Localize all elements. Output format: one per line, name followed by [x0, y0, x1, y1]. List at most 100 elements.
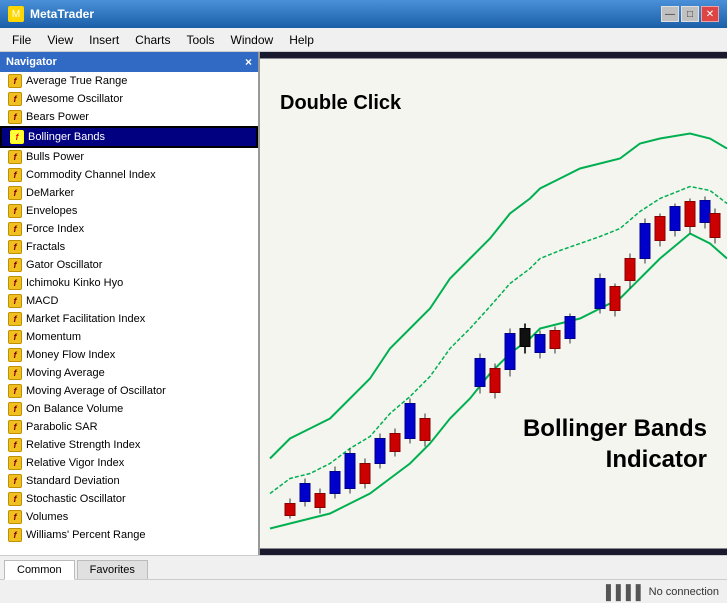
nav-item[interactable]: Force Index [0, 220, 258, 238]
nav-item[interactable]: Stochastic Oscillator [0, 490, 258, 508]
nav-item[interactable]: Average True Range [0, 72, 258, 90]
nav-item[interactable]: Bollinger Bands [0, 126, 258, 148]
nav-item-icon [8, 402, 22, 416]
nav-item-icon [8, 168, 22, 182]
bars-icon: ▐▐▐▐ [601, 584, 641, 600]
nav-item[interactable]: Fractals [0, 238, 258, 256]
nav-item-icon [8, 258, 22, 272]
nav-item-label: Volumes [26, 511, 68, 523]
navigator-panel: Navigator × Average True Range Awesome Os… [0, 52, 260, 555]
nav-item-label: Standard Deviation [26, 475, 120, 487]
nav-item-label: Awesome Oscillator [26, 93, 123, 105]
tab-common[interactable]: Common [4, 560, 75, 580]
nav-item[interactable]: Moving Average of Oscillator [0, 382, 258, 400]
window-title: MetaTrader [30, 7, 94, 21]
nav-item[interactable]: Commodity Channel Index [0, 166, 258, 184]
nav-item-label: Ichimoku Kinko Hyo [26, 277, 123, 289]
nav-item-label: Bears Power [26, 111, 89, 123]
menu-charts[interactable]: Charts [127, 30, 178, 50]
nav-item[interactable]: Volumes [0, 508, 258, 526]
nav-item-icon [8, 294, 22, 308]
nav-item-label: Envelopes [26, 205, 77, 217]
nav-item[interactable]: DeMarker [0, 184, 258, 202]
tab-favorites[interactable]: Favorites [77, 560, 148, 579]
menu-window[interactable]: Window [223, 30, 282, 50]
nav-item-label: Williams' Percent Range [26, 529, 145, 541]
status-bar: ▐▐▐▐ No connection [0, 579, 727, 603]
nav-item-label: Relative Vigor Index [26, 457, 124, 469]
nav-item-label: Moving Average [26, 367, 105, 379]
close-button[interactable]: ✕ [701, 6, 719, 22]
nav-item[interactable]: Parabolic SAR [0, 418, 258, 436]
nav-item-icon [8, 366, 22, 380]
nav-item-icon [8, 420, 22, 434]
tab-bar: Common Favorites [0, 555, 727, 579]
menu-tools[interactable]: Tools [179, 30, 223, 50]
nav-item-icon [8, 384, 22, 398]
navigator-close-button[interactable]: × [245, 55, 252, 69]
nav-item-label: Relative Strength Index [26, 439, 140, 451]
nav-item-label: Commodity Channel Index [26, 169, 156, 181]
minimize-button[interactable]: — [661, 6, 679, 22]
main-content: Navigator × Average True Range Awesome Os… [0, 52, 727, 555]
nav-item[interactable]: Bears Power [0, 108, 258, 126]
nav-item-icon [8, 348, 22, 362]
nav-item-icon [10, 130, 24, 144]
indicator-label: Bollinger Bands Indicator [523, 413, 707, 475]
menu-help[interactable]: Help [281, 30, 322, 50]
maximize-button[interactable]: □ [681, 6, 699, 22]
nav-item[interactable]: Envelopes [0, 202, 258, 220]
nav-item[interactable]: MACD [0, 292, 258, 310]
candlestick-chart [260, 52, 727, 555]
nav-item-label: Market Facilitation Index [26, 313, 145, 325]
nav-item[interactable]: Moving Average [0, 364, 258, 382]
window-controls: — □ ✕ [661, 6, 719, 22]
navigator-header: Navigator × [0, 52, 258, 72]
nav-item-label: Bollinger Bands [28, 131, 105, 143]
nav-item-label: Gator Oscillator [26, 259, 102, 271]
nav-item-icon [8, 474, 22, 488]
nav-item[interactable]: Awesome Oscillator [0, 90, 258, 108]
nav-item[interactable]: Standard Deviation [0, 472, 258, 490]
nav-item-label: Bulls Power [26, 151, 84, 163]
menu-view[interactable]: View [39, 30, 81, 50]
nav-item-label: Money Flow Index [26, 349, 115, 361]
nav-item-icon [8, 438, 22, 452]
navigator-title: Navigator [6, 56, 57, 68]
nav-item-icon [8, 74, 22, 88]
navigator-list[interactable]: Average True Range Awesome Oscillator Bear… [0, 72, 258, 555]
nav-item[interactable]: Ichimoku Kinko Hyo [0, 274, 258, 292]
nav-item-icon [8, 222, 22, 236]
nav-item-label: Average True Range [26, 75, 127, 87]
nav-item-icon [8, 110, 22, 124]
nav-item[interactable]: Money Flow Index [0, 346, 258, 364]
menu-file[interactable]: File [4, 30, 39, 50]
nav-item-label: MACD [26, 295, 58, 307]
nav-item-icon [8, 312, 22, 326]
menu-bar: File View Insert Charts Tools Window Hel… [0, 28, 727, 52]
nav-item[interactable]: Market Facilitation Index [0, 310, 258, 328]
bars-indicator: ▐▐▐▐ [601, 584, 641, 600]
nav-item[interactable]: Momentum [0, 328, 258, 346]
nav-item-label: Fractals [26, 241, 65, 253]
nav-item-icon [8, 510, 22, 524]
nav-item[interactable]: Gator Oscillator [0, 256, 258, 274]
nav-item-label: Momentum [26, 331, 81, 343]
nav-item[interactable]: Relative Strength Index [0, 436, 258, 454]
nav-item[interactable]: On Balance Volume [0, 400, 258, 418]
nav-item-label: Force Index [26, 223, 84, 235]
nav-item-label: Moving Average of Oscillator [26, 385, 166, 397]
nav-item-icon [8, 528, 22, 542]
nav-item[interactable]: Relative Vigor Index [0, 454, 258, 472]
connection-status: No connection [649, 586, 719, 598]
nav-item-icon [8, 276, 22, 290]
title-bar-left: M MetaTrader [8, 6, 94, 22]
nav-item-icon [8, 204, 22, 218]
nav-item-icon [8, 240, 22, 254]
title-bar: M MetaTrader — □ ✕ [0, 0, 727, 28]
nav-item-icon [8, 330, 22, 344]
menu-insert[interactable]: Insert [81, 30, 127, 50]
app-icon: M [8, 6, 24, 22]
nav-item[interactable]: Bulls Power [0, 148, 258, 166]
nav-item[interactable]: Williams' Percent Range [0, 526, 258, 544]
